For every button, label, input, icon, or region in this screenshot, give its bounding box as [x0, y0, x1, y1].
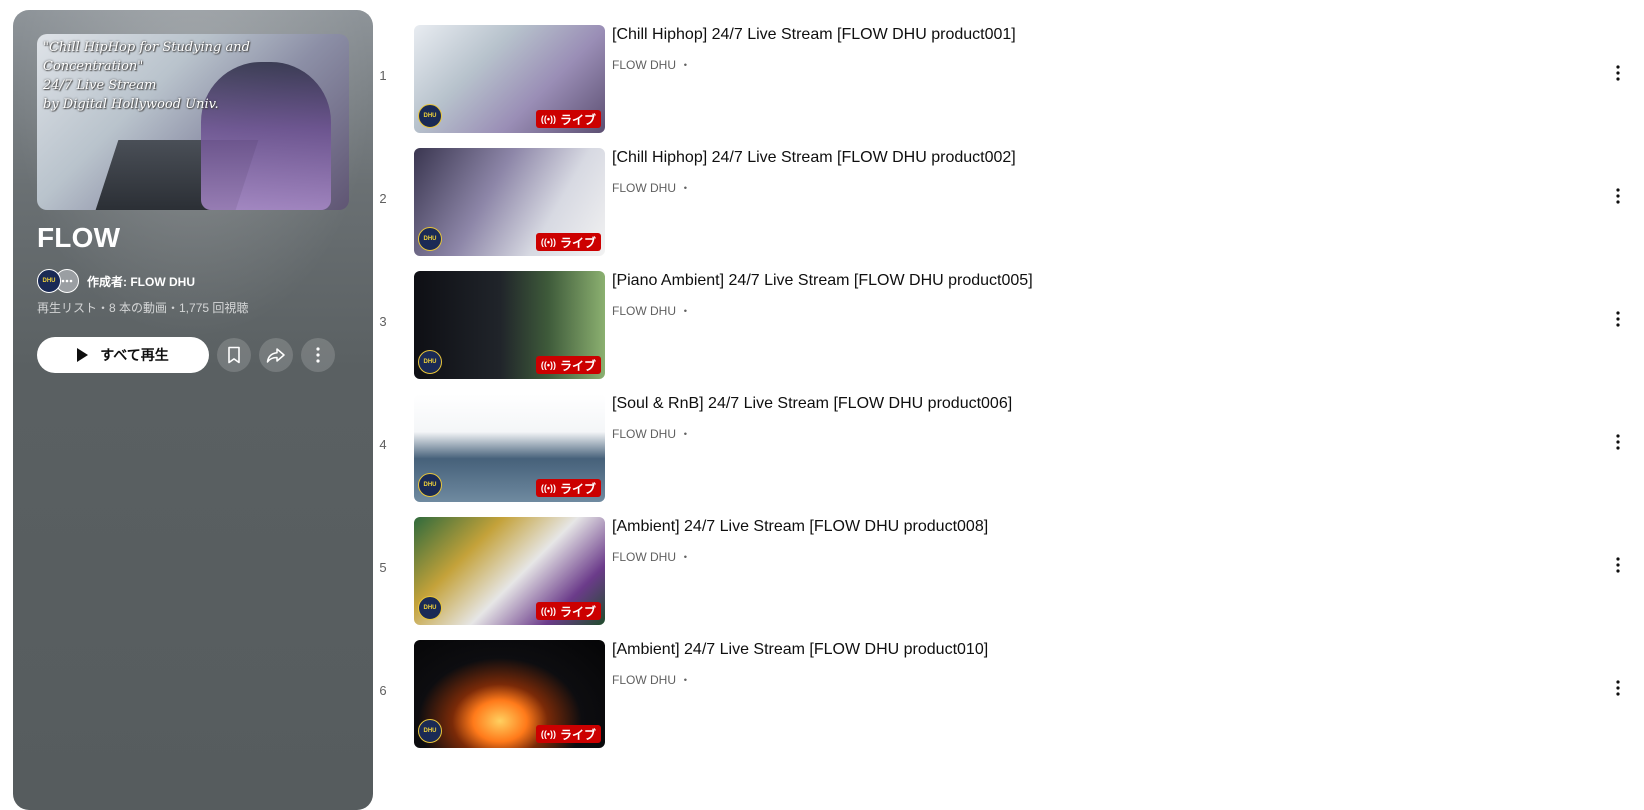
playlist-cover-thumbnail[interactable]: "Chill HipHop for Studying and Concentra…: [37, 34, 349, 210]
channel-logo: DHU: [418, 596, 442, 620]
video-menu-button[interactable]: [1606, 676, 1630, 700]
video-index: 3: [379, 314, 387, 329]
video-thumbnail[interactable]: DHU ((•)) ライブ: [414, 394, 605, 502]
video-title[interactable]: [Ambient] 24/7 Live Stream [FLOW DHU pro…: [612, 641, 988, 659]
more-vert-icon: [1616, 311, 1620, 327]
video-title[interactable]: [Chill Hiphop] 24/7 Live Stream [FLOW DH…: [612, 26, 1016, 44]
live-badge-label: ライブ: [559, 727, 596, 742]
more-vert-icon: [1616, 188, 1620, 204]
list-item[interactable]: 3 DHU ((•)) ライブ [Piano Ambient] 24/7 Live…: [379, 260, 1644, 383]
play-all-label: すべて再生: [100, 347, 169, 363]
channel-logo: DHU: [418, 227, 442, 251]
live-broadcast-icon: ((•)): [540, 729, 556, 739]
play-all-button[interactable]: すべて再生: [37, 337, 209, 373]
playlist-header-panel: "Chill HipHop for Studying and Concentra…: [13, 10, 373, 810]
cover-caption: "Chill HipHop for Studying and Concentra…: [43, 40, 250, 112]
video-index: 6: [379, 683, 387, 698]
list-item[interactable]: 5 DHU ((•)) ライブ [Ambient] 24/7 Live Strea…: [379, 506, 1644, 629]
more-vert-icon: [1616, 65, 1620, 81]
video-menu-button[interactable]: [1606, 307, 1630, 331]
video-menu-button[interactable]: [1606, 430, 1630, 454]
share-button[interactable]: [259, 338, 293, 372]
video-thumbnail[interactable]: DHU ((•)) ライブ: [414, 148, 605, 256]
live-broadcast-icon: ((•)): [540, 114, 556, 124]
video-thumbnail[interactable]: DHU ((•)) ライブ: [414, 640, 605, 748]
live-badge: ((•)) ライブ: [535, 725, 601, 743]
live-badge: ((•)) ライブ: [535, 602, 601, 620]
live-badge: ((•)) ライブ: [535, 479, 601, 497]
live-badge: ((•)) ライブ: [535, 233, 601, 251]
live-broadcast-icon: ((•)): [540, 237, 556, 247]
playlist-stats: 再生リスト・8 本の動画・1,775 回視聴: [37, 301, 249, 315]
channel-name[interactable]: FLOW DHU ・: [612, 548, 691, 565]
live-broadcast-icon: ((•)): [540, 606, 556, 616]
video-index: 5: [379, 560, 387, 575]
more-vert-icon: [1616, 680, 1620, 696]
video-index: 2: [379, 191, 387, 206]
live-broadcast-icon: ((•)): [540, 483, 556, 493]
video-index: 4: [379, 437, 387, 452]
channel-name[interactable]: FLOW DHU ・: [612, 302, 691, 319]
channel-name[interactable]: FLOW DHU ・: [612, 56, 691, 73]
video-thumbnail[interactable]: DHU ((•)) ライブ: [414, 517, 605, 625]
owner-link[interactable]: 作成者: FLOW DHU: [87, 273, 195, 290]
video-title[interactable]: [Piano Ambient] 24/7 Live Stream [FLOW D…: [612, 272, 1033, 290]
live-badge-label: ライブ: [559, 235, 596, 250]
more-vert-icon: [1616, 557, 1620, 573]
video-title[interactable]: [Ambient] 24/7 Live Stream [FLOW DHU pro…: [612, 518, 988, 536]
live-badge-label: ライブ: [559, 112, 596, 127]
playlist-owner: DHU 作成者: FLOW DHU: [37, 269, 195, 293]
video-menu-button[interactable]: [1606, 184, 1630, 208]
channel-logo: DHU: [418, 104, 442, 128]
share-icon: [266, 348, 285, 363]
playlist-title: FLOW: [37, 222, 121, 253]
video-thumbnail[interactable]: DHU ((•)) ライブ: [414, 271, 605, 379]
channel-name[interactable]: FLOW DHU ・: [612, 425, 691, 442]
live-badge-label: ライブ: [559, 481, 596, 496]
bookmark-icon: [228, 346, 240, 364]
channel-logo: DHU: [418, 350, 442, 374]
video-index: 1: [379, 68, 387, 83]
live-badge-label: ライブ: [559, 604, 596, 619]
channel-name[interactable]: FLOW DHU ・: [612, 671, 691, 688]
video-menu-button[interactable]: [1606, 553, 1630, 577]
live-badge-label: ライブ: [559, 358, 596, 373]
save-playlist-button[interactable]: [217, 338, 251, 372]
live-badge: ((•)) ライブ: [535, 356, 601, 374]
list-item[interactable]: 1 DHU ((•)) ライブ [Chill Hiphop] 24/7 Live …: [379, 14, 1644, 137]
video-title[interactable]: [Soul & RnB] 24/7 Live Stream [FLOW DHU …: [612, 395, 1012, 413]
more-horiz-icon: [61, 279, 73, 283]
live-badge: ((•)) ライブ: [535, 110, 601, 128]
list-item[interactable]: 2 DHU ((•)) ライブ [Chill Hiphop] 24/7 Live …: [379, 137, 1644, 260]
video-menu-button[interactable]: [1606, 61, 1630, 85]
list-item[interactable]: 6 DHU ((•)) ライブ [Ambient] 24/7 Live Strea…: [379, 629, 1644, 752]
more-actions-button[interactable]: [301, 338, 335, 372]
channel-logo: DHU: [418, 473, 442, 497]
live-broadcast-icon: ((•)): [540, 360, 556, 370]
owner-avatar[interactable]: DHU: [37, 269, 61, 293]
video-thumbnail[interactable]: DHU ((•)) ライブ: [414, 25, 605, 133]
more-vert-icon: [316, 347, 320, 363]
video-title[interactable]: [Chill Hiphop] 24/7 Live Stream [FLOW DH…: [612, 149, 1016, 167]
channel-name[interactable]: FLOW DHU ・: [612, 179, 691, 196]
playlist-actions: すべて再生: [37, 337, 335, 373]
list-item[interactable]: 4 DHU ((•)) ライブ [Soul & RnB] 24/7 Live St…: [379, 383, 1644, 506]
more-vert-icon: [1616, 434, 1620, 450]
channel-logo: DHU: [418, 719, 442, 743]
play-icon: [77, 348, 89, 362]
